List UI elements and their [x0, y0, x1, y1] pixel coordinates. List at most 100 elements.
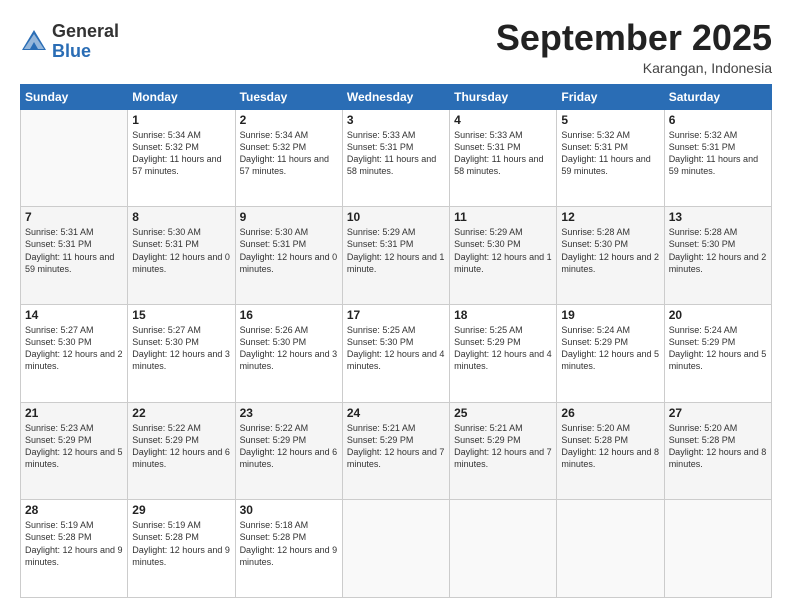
day-number: 1: [132, 113, 230, 127]
table-row: 25Sunrise: 5:21 AM Sunset: 5:29 PM Dayli…: [450, 402, 557, 500]
day-info: Sunrise: 5:19 AM Sunset: 5:28 PM Dayligh…: [132, 519, 230, 568]
table-row: 16 Sunrise: 5:26 AM Sunset: 5:30 PM Dayli…: [235, 304, 342, 402]
day-info: Sunrise: 5:20 AM Sunset: 5:28 PM Dayligh…: [669, 422, 767, 471]
table-row: 10 Sunrise: 5:29 AM Sunset: 5:31 PM Dayli…: [342, 207, 449, 305]
logo-blue-text: Blue: [52, 42, 119, 62]
day-info: Sunrise: 5:30 AM Sunset: 5:31 PM Dayligh…: [240, 226, 338, 275]
day-info: Sunrise: 5:22 AM Sunset: 5:29 PM Dayligh…: [132, 422, 230, 471]
table-row: 14 Sunrise: 5:27 AM Sunset: 5:30 PM Dayli…: [21, 304, 128, 402]
table-row: 21 Sunrise: 5:23 AM Sunset: 5:29 PM Dayli…: [21, 402, 128, 500]
day-info: Sunrise: 5:24 AM Sunset: 5:29 PM Dayligh…: [561, 324, 659, 373]
calendar-week-row: 1 Sunrise: 5:34 AM Sunset: 5:32 PM Daylig…: [21, 109, 772, 207]
day-number: 7: [25, 210, 123, 224]
day-number: 6: [669, 113, 767, 127]
table-row: 3Sunrise: 5:33 AM Sunset: 5:31 PM Daylig…: [342, 109, 449, 207]
calendar-week-row: 7 Sunrise: 5:31 AM Sunset: 5:31 PM Daylig…: [21, 207, 772, 305]
table-row: 12 Sunrise: 5:28 AM Sunset: 5:30 PM Dayli…: [557, 207, 664, 305]
day-number: 22: [132, 406, 230, 420]
month-title: September 2025: [496, 18, 772, 58]
day-number: 9: [240, 210, 338, 224]
calendar-week-row: 21 Sunrise: 5:23 AM Sunset: 5:29 PM Dayli…: [21, 402, 772, 500]
day-number: 24: [347, 406, 445, 420]
day-info: Sunrise: 5:22 AM Sunset: 5:29 PM Dayligh…: [240, 422, 338, 471]
day-info: Sunrise: 5:27 AM Sunset: 5:30 PM Dayligh…: [132, 324, 230, 373]
day-info: Sunrise: 5:31 AM Sunset: 5:31 PM Dayligh…: [25, 226, 123, 275]
table-row: [21, 109, 128, 207]
calendar-table: Sunday Monday Tuesday Wednesday Thursday…: [20, 84, 772, 598]
table-row: 7 Sunrise: 5:31 AM Sunset: 5:31 PM Daylig…: [21, 207, 128, 305]
day-number: 27: [669, 406, 767, 420]
day-number: 20: [669, 308, 767, 322]
table-row: 26 Sunrise: 5:20 AM Sunset: 5:28 PM Dayli…: [557, 402, 664, 500]
day-info: Sunrise: 5:23 AM Sunset: 5:29 PM Dayligh…: [25, 422, 123, 471]
logo-text: General Blue: [52, 22, 119, 62]
day-number: 19: [561, 308, 659, 322]
day-number: 8: [132, 210, 230, 224]
calendar-page: General Blue September 2025 Karangan, In…: [0, 0, 792, 612]
day-info: Sunrise: 5:30 AM Sunset: 5:31 PM Dayligh…: [132, 226, 230, 275]
table-row: [342, 500, 449, 598]
day-info: Sunrise: 5:20 AM Sunset: 5:28 PM Dayligh…: [561, 422, 659, 471]
table-row: 20 Sunrise: 5:24 AM Sunset: 5:29 PM Dayli…: [664, 304, 771, 402]
day-info: Sunrise: 5:34 AM Sunset: 5:32 PM Dayligh…: [240, 129, 338, 178]
weekday-header-row: Sunday Monday Tuesday Wednesday Thursday…: [21, 84, 772, 109]
day-info: Sunrise: 5:25 AM Sunset: 5:29 PM Dayligh…: [454, 324, 552, 373]
day-number: 26: [561, 406, 659, 420]
table-row: [557, 500, 664, 598]
header-tuesday: Tuesday: [235, 84, 342, 109]
table-row: 4Sunrise: 5:33 AM Sunset: 5:31 PM Daylig…: [450, 109, 557, 207]
table-row: 5 Sunrise: 5:32 AM Sunset: 5:31 PM Daylig…: [557, 109, 664, 207]
table-row: 1 Sunrise: 5:34 AM Sunset: 5:32 PM Daylig…: [128, 109, 235, 207]
day-number: 21: [25, 406, 123, 420]
table-row: 19 Sunrise: 5:24 AM Sunset: 5:29 PM Dayli…: [557, 304, 664, 402]
day-number: 17: [347, 308, 445, 322]
header-monday: Monday: [128, 84, 235, 109]
day-info: Sunrise: 5:26 AM Sunset: 5:30 PM Dayligh…: [240, 324, 338, 373]
day-number: 16: [240, 308, 338, 322]
day-info: Sunrise: 5:21 AM Sunset: 5:29 PM Dayligh…: [347, 422, 445, 471]
day-number: 30: [240, 503, 338, 517]
table-row: 29 Sunrise: 5:19 AM Sunset: 5:28 PM Dayli…: [128, 500, 235, 598]
table-row: 30 Sunrise: 5:18 AM Sunset: 5:28 PM Dayli…: [235, 500, 342, 598]
day-info: Sunrise: 5:32 AM Sunset: 5:31 PM Dayligh…: [669, 129, 767, 178]
table-row: 24 Sunrise: 5:21 AM Sunset: 5:29 PM Dayli…: [342, 402, 449, 500]
day-info: Sunrise: 5:29 AM Sunset: 5:31 PM Dayligh…: [347, 226, 445, 275]
calendar-week-row: 28Sunrise: 5:19 AM Sunset: 5:28 PM Dayli…: [21, 500, 772, 598]
header-wednesday: Wednesday: [342, 84, 449, 109]
day-info: Sunrise: 5:33 AM Sunset: 5:31 PM Dayligh…: [454, 129, 552, 178]
day-info: Sunrise: 5:18 AM Sunset: 5:28 PM Dayligh…: [240, 519, 338, 568]
day-number: 11: [454, 210, 552, 224]
day-info: Sunrise: 5:28 AM Sunset: 5:30 PM Dayligh…: [669, 226, 767, 275]
day-info: Sunrise: 5:27 AM Sunset: 5:30 PM Dayligh…: [25, 324, 123, 373]
table-row: 8 Sunrise: 5:30 AM Sunset: 5:31 PM Daylig…: [128, 207, 235, 305]
day-number: 5: [561, 113, 659, 127]
table-row: [664, 500, 771, 598]
table-row: 15 Sunrise: 5:27 AM Sunset: 5:30 PM Dayli…: [128, 304, 235, 402]
table-row: 13 Sunrise: 5:28 AM Sunset: 5:30 PM Dayli…: [664, 207, 771, 305]
day-number: 13: [669, 210, 767, 224]
table-row: 2 Sunrise: 5:34 AM Sunset: 5:32 PM Daylig…: [235, 109, 342, 207]
day-info: Sunrise: 5:32 AM Sunset: 5:31 PM Dayligh…: [561, 129, 659, 178]
title-block: September 2025 Karangan, Indonesia: [496, 18, 772, 76]
day-number: 29: [132, 503, 230, 517]
table-row: 17 Sunrise: 5:25 AM Sunset: 5:30 PM Dayli…: [342, 304, 449, 402]
table-row: 18Sunrise: 5:25 AM Sunset: 5:29 PM Dayli…: [450, 304, 557, 402]
day-number: 12: [561, 210, 659, 224]
day-info: Sunrise: 5:19 AM Sunset: 5:28 PM Dayligh…: [25, 519, 123, 568]
day-info: Sunrise: 5:34 AM Sunset: 5:32 PM Dayligh…: [132, 129, 230, 178]
day-number: 10: [347, 210, 445, 224]
header-saturday: Saturday: [664, 84, 771, 109]
day-info: Sunrise: 5:25 AM Sunset: 5:30 PM Dayligh…: [347, 324, 445, 373]
logo-icon: [20, 28, 48, 56]
day-number: 14: [25, 308, 123, 322]
day-info: Sunrise: 5:28 AM Sunset: 5:30 PM Dayligh…: [561, 226, 659, 275]
day-number: 2: [240, 113, 338, 127]
day-info: Sunrise: 5:24 AM Sunset: 5:29 PM Dayligh…: [669, 324, 767, 373]
table-row: 11 Sunrise: 5:29 AM Sunset: 5:30 PM Dayli…: [450, 207, 557, 305]
table-row: [450, 500, 557, 598]
table-row: 6 Sunrise: 5:32 AM Sunset: 5:31 PM Daylig…: [664, 109, 771, 207]
day-info: Sunrise: 5:29 AM Sunset: 5:30 PM Dayligh…: [454, 226, 552, 275]
calendar-week-row: 14 Sunrise: 5:27 AM Sunset: 5:30 PM Dayli…: [21, 304, 772, 402]
day-number: 15: [132, 308, 230, 322]
day-number: 3: [347, 113, 445, 127]
